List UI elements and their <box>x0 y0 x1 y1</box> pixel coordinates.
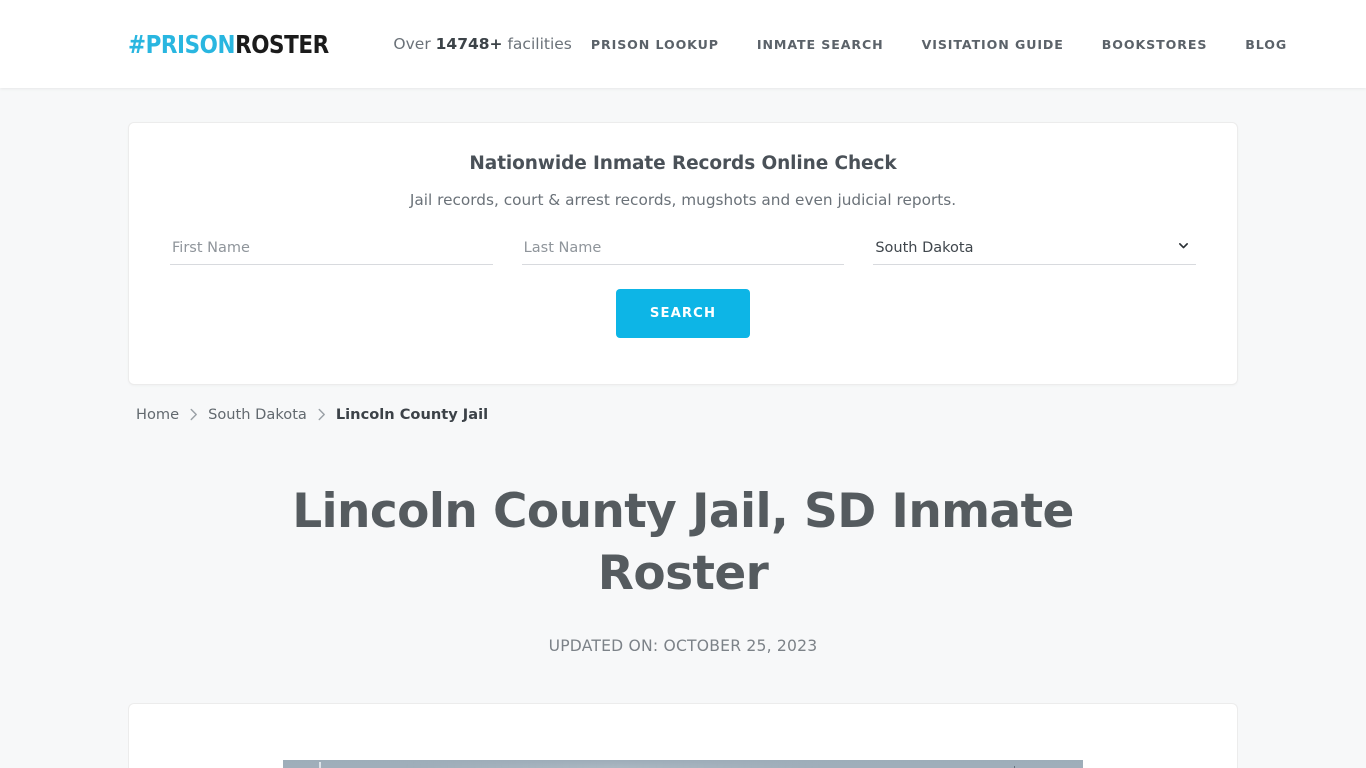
first-name-field-wrap <box>170 236 493 265</box>
page-container: Nationwide Inmate Records Online Check J… <box>128 122 1238 768</box>
facilities-suffix: facilities <box>502 35 572 53</box>
site-logo[interactable]: #PRISONROSTER <box>128 32 329 57</box>
updated-on-label: UPDATED ON: OCTOBER 25, 2023 <box>548 637 818 656</box>
header-inner: #PRISONROSTER Over 14748+ facilities PRI… <box>128 0 1286 88</box>
site-header: #PRISONROSTER Over 14748+ facilities PRI… <box>0 0 1366 88</box>
search-button[interactable]: SEARCH <box>615 289 751 338</box>
logo-text-prison: #PRISON <box>128 29 236 59</box>
main-navigation: PRISON LOOKUP INMATE SEARCH VISITATION G… <box>572 37 1287 52</box>
facility-content-card <box>128 703 1238 768</box>
nav-item-bookstores[interactable]: BOOKSTORES <box>1083 37 1227 52</box>
facilities-count-label: Over 14748+ facilities <box>393 35 571 53</box>
nav-item-blog[interactable]: BLOG <box>1226 37 1287 52</box>
search-card-title: Nationwide Inmate Records Online Check <box>469 153 897 174</box>
facilities-prefix: Over <box>393 35 436 53</box>
facility-photo <box>283 760 1083 768</box>
state-select-wrap: South Dakota <box>873 236 1197 265</box>
inmate-search-card: Nationwide Inmate Records Online Check J… <box>128 122 1238 385</box>
breadcrumb-item-home[interactable]: Home <box>136 406 179 423</box>
breadcrumb-item-current: Lincoln County Jail <box>335 406 489 423</box>
breadcrumb-item-south-dakota[interactable]: South Dakota <box>208 406 307 423</box>
facilities-number: 14748+ <box>435 35 503 53</box>
search-form-row: South Dakota <box>169 236 1197 265</box>
logo-text-roster: ROSTER <box>235 29 329 59</box>
nav-item-inmate-search[interactable]: INMATE SEARCH <box>738 37 903 52</box>
breadcrumb-separator-icon-2 <box>317 408 326 421</box>
photo-cloud-streak <box>403 764 823 768</box>
breadcrumb-separator-icon <box>189 408 198 421</box>
photo-pole-left <box>319 762 321 768</box>
first-name-input[interactable] <box>170 236 493 265</box>
last-name-input[interactable] <box>521 236 845 265</box>
last-name-field-wrap <box>521 236 845 265</box>
page-title: Lincoln County Jail, SD Inmate Roster <box>292 484 1074 602</box>
search-card-subtitle: Jail records, court & arrest records, mu… <box>409 191 957 209</box>
search-button-row: SEARCH <box>169 289 1197 338</box>
nav-item-prison-lookup[interactable]: PRISON LOOKUP <box>572 37 738 52</box>
nav-item-visitation-guide[interactable]: VISITATION GUIDE <box>903 37 1083 52</box>
breadcrumb: Home South Dakota Lincoln County Jail <box>128 406 1238 423</box>
state-select[interactable]: South Dakota <box>873 236 1197 265</box>
